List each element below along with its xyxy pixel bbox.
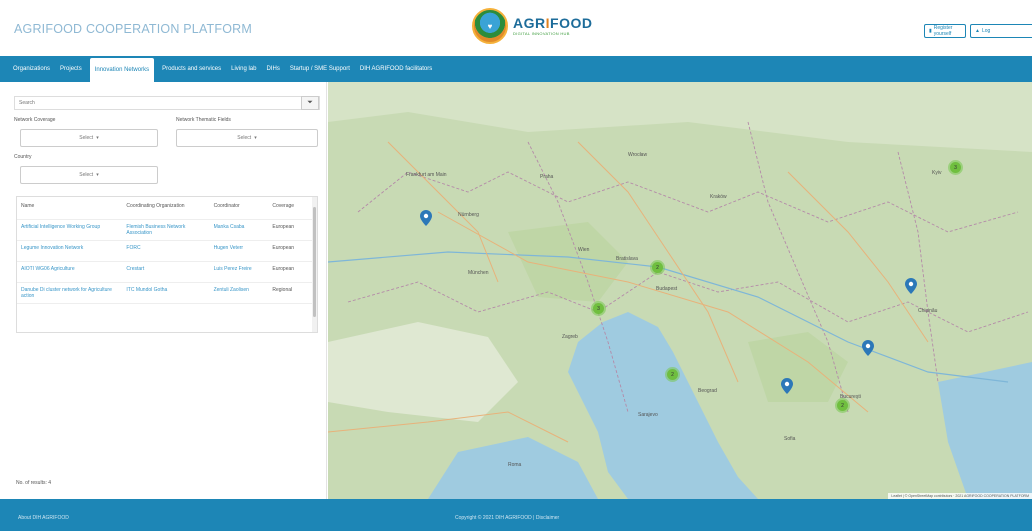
network-name-link[interactable]: Artificial Intelligence Working Group [17, 219, 123, 241]
map-label: Roma [508, 462, 522, 468]
logo-subtitle: DIGITAL INNOVATION HUB [513, 31, 570, 36]
map-cluster[interactable]: 2 [665, 367, 680, 382]
tab-organizations[interactable]: Organizations [8, 56, 55, 82]
register-button[interactable]: ▮ Register yourself [924, 24, 966, 38]
map-label: Nürnberg [458, 212, 479, 218]
copyright-text: Copyright © 2021 DIH AGRIFOOD | Disclaim… [455, 515, 560, 521]
network-thematic-select[interactable]: Select ▾ [176, 129, 318, 147]
country-select[interactable]: Select ▾ [20, 166, 158, 184]
tab-dih-agrifood-facilitators[interactable]: DIH AGRIFOOD facilitators [355, 56, 437, 82]
map-tiles [328, 82, 1032, 499]
network-name-link[interactable]: Legume Innovation Network [17, 240, 123, 262]
organization-link[interactable]: ITC Mundol Gotha [122, 282, 210, 304]
coverage-cell: European [268, 219, 313, 241]
map-label: Sarajevo [638, 412, 658, 418]
organization-link[interactable]: Crestart [122, 261, 210, 283]
user-icon: ▮ [929, 28, 932, 34]
map-label: Wien [578, 247, 590, 253]
map-cluster[interactable]: 2 [835, 398, 850, 413]
tab-living-lab[interactable]: Living lab [226, 56, 261, 82]
map-label: Praha [540, 174, 554, 180]
caret-down-icon: ▾ [96, 172, 99, 178]
country-label: Country [14, 154, 32, 160]
tab-startup-sme-support[interactable]: Startup / SME Support [285, 56, 355, 82]
coverage-cell: Regional [268, 282, 313, 304]
network-name-link[interactable]: AIOTI WG06 Agriculture [17, 261, 123, 283]
map-label: München [468, 270, 489, 276]
table-row[interactable]: Artificial Intelligence Working Group Fl… [17, 219, 313, 241]
logo-emblem-icon: ♥ [472, 8, 508, 44]
map-label: Chişinău [918, 308, 938, 314]
coverage-cell: European [268, 261, 313, 283]
coordinator-link[interactable]: Luis Perez Freire [209, 261, 269, 283]
table-row[interactable]: Legume Innovation Network FORC Hugen Vet… [17, 240, 313, 262]
tab-products-and-services[interactable]: Products and services [157, 56, 226, 82]
coordinator-link[interactable]: Zentuli Zaolisen [209, 282, 269, 304]
table-row[interactable]: AIOTI WG06 Agriculture Crestart Luis Per… [17, 261, 313, 283]
column-header-coordinator[interactable]: Coordinator [209, 197, 269, 220]
caret-down-icon: ▾ [96, 135, 99, 141]
tab-innovation-networks[interactable]: Innovation Networks [89, 58, 155, 82]
main-nav: Organizations Projects Innovation Networ… [0, 56, 1032, 82]
map-label: Kraków [710, 194, 727, 200]
map-marker-icon[interactable] [862, 340, 874, 356]
organization-link[interactable]: Flemish Business Network Association [122, 219, 210, 241]
map-label: Zagreb [562, 334, 578, 340]
search-row: ⏷ [14, 96, 320, 110]
network-thematic-label: Network Thematic Fields [176, 117, 231, 123]
about-link[interactable]: About DIH AGRIFOOD [18, 515, 69, 521]
organization-link[interactable]: FORC [122, 240, 210, 262]
map-label: Wrocław [628, 152, 648, 158]
map-cluster[interactable]: 3 [591, 301, 606, 316]
column-header-name[interactable]: Name [17, 197, 123, 220]
footer: About DIH AGRIFOOD Copyright © 2021 DIH … [0, 499, 1032, 531]
map-cluster[interactable]: 2 [650, 260, 665, 275]
caret-down-icon: ▾ [254, 135, 257, 141]
table-header-row: Name Coordinating Organization Coordinat… [17, 197, 313, 220]
coverage-cell: European [268, 240, 313, 262]
lock-icon: ▲ [975, 28, 980, 34]
column-header-coordinating-organization[interactable]: Coordinating Organization [122, 197, 210, 220]
map-marker-icon[interactable] [420, 210, 432, 226]
tab-dihs[interactable]: DIHs [261, 56, 284, 82]
map-label: Sofia [784, 436, 796, 442]
network-map[interactable]: Frankfurt am Main Nürnberg Praha Wrocław… [328, 82, 1032, 499]
network-name-link[interactable]: Danube Di cluster network for Agricultur… [17, 282, 123, 304]
network-coverage-select[interactable]: Select ▾ [20, 129, 158, 147]
coordinator-link[interactable]: Hugen Veterr [209, 240, 269, 262]
results-count: No. of results: 4 [16, 480, 52, 486]
map-label: Beograd [698, 388, 717, 394]
map-label: Frankfurt am Main [406, 172, 447, 178]
search-input[interactable] [15, 97, 301, 109]
logo-wordmark: AGRIFOOD [513, 15, 593, 31]
filter-icon[interactable]: ⏷ [301, 96, 319, 110]
tab-projects[interactable]: Projects [55, 56, 87, 82]
network-coverage-label: Network Coverage [14, 117, 56, 123]
map-cluster[interactable]: 3 [948, 160, 963, 175]
column-header-coverage[interactable]: Coverage [268, 197, 313, 220]
table-row[interactable]: Danube Di cluster network for Agricultur… [17, 282, 313, 304]
map-label: Kyiv [932, 170, 942, 176]
sidebar: ⏷ Network Coverage Select▾ Network Thema… [0, 82, 327, 499]
platform-title: AGRIFOOD COOPERATION PLATFORM [14, 22, 252, 36]
networks-table: Name Coordinating Organization Coordinat… [16, 196, 318, 333]
agrifood-logo[interactable]: ♥ AGRIFOOD DIGITAL INNOVATION HUB [472, 8, 592, 44]
coordinator-link[interactable]: Manka Csaba [209, 219, 269, 241]
table-scrollbar[interactable] [312, 197, 317, 332]
map-marker-icon[interactable] [905, 278, 917, 294]
map-label: Bratislava [616, 256, 638, 262]
login-button[interactable]: ▲ Log [970, 24, 1032, 38]
header: AGRIFOOD COOPERATION PLATFORM ♥ AGRIFOOD… [0, 0, 1032, 60]
map-label: Budapest [656, 286, 678, 292]
map-marker-icon[interactable] [781, 378, 793, 394]
